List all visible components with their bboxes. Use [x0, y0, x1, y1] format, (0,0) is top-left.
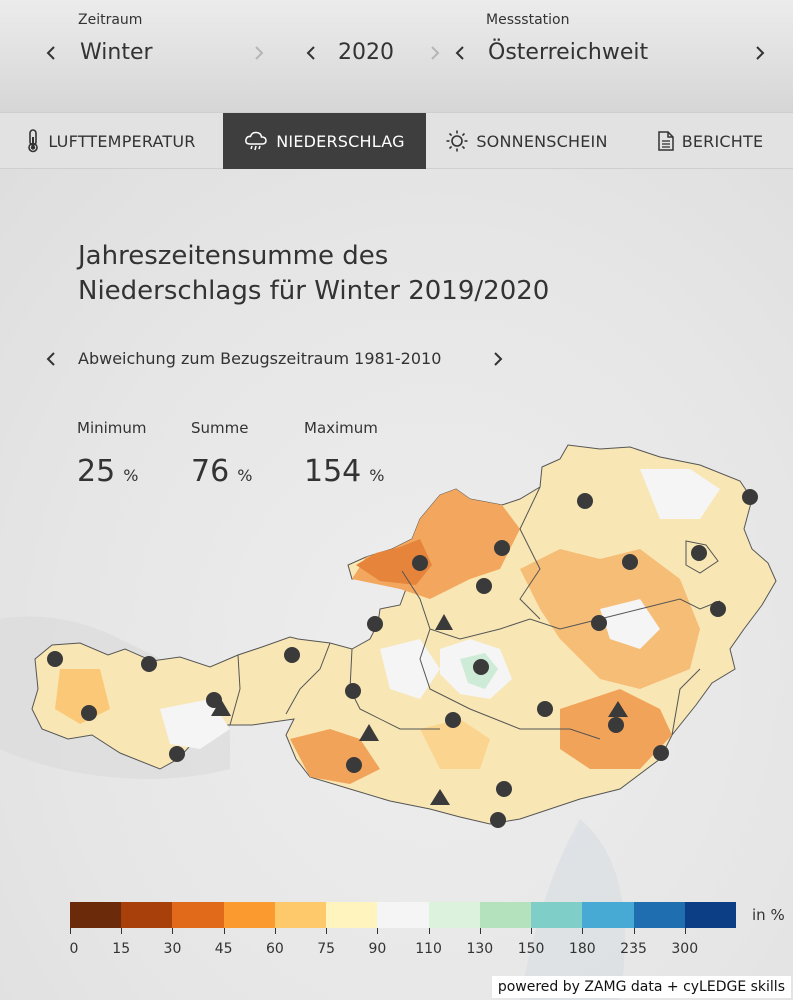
- tab-label: SONNENSCHEIN: [476, 131, 608, 151]
- legend-tick: [582, 928, 584, 934]
- year-value[interactable]: 2020: [338, 40, 394, 65]
- legend-swatch: [531, 902, 583, 928]
- legend-tick: [121, 928, 123, 934]
- legend-tick-label: 60: [266, 941, 284, 957]
- period-label: Zeitraum: [78, 12, 143, 28]
- map-title: Jahreszeitensumme des Niederschlags für …: [78, 239, 638, 309]
- color-legend: [70, 902, 737, 928]
- legend-tick-label: 180: [568, 941, 596, 957]
- legend-swatch: [326, 902, 378, 928]
- legend-swatch: [121, 902, 173, 928]
- rain-cloud-icon: [244, 130, 268, 152]
- legend-tick: [684, 928, 686, 934]
- stat-minimum-label: Minimum: [77, 419, 147, 437]
- stat-summe-value: 76%: [191, 454, 252, 489]
- stat-maximum-value: 154%: [304, 454, 384, 489]
- legend-swatch: [377, 902, 429, 928]
- tab-lufttemperatur[interactable]: LUFTTEMPERATUR: [0, 113, 222, 169]
- sun-icon: [446, 130, 468, 152]
- map-panel: Jahreszeitensumme des Niederschlags für …: [0, 169, 793, 1000]
- stat-unit: %: [369, 466, 385, 485]
- legend-unit: in %: [752, 906, 785, 924]
- legend-swatch: [274, 902, 327, 928]
- subtitle: Abweichung zum Bezugszeitraum 1981-2010: [78, 349, 442, 368]
- legend-swatch: [428, 902, 480, 928]
- station-prev-arrow[interactable]: [453, 40, 467, 66]
- stat-value: 76: [191, 454, 230, 489]
- tab-label: LUFTTEMPERATUR: [48, 131, 196, 151]
- legend-tick: [531, 928, 533, 934]
- legend-tick-label: 300: [671, 941, 699, 957]
- legend-tick-label: 150: [517, 941, 545, 957]
- legend-tick-label: 90: [368, 941, 387, 957]
- station-value[interactable]: Österreichweit: [488, 40, 648, 65]
- legend-tick: [172, 928, 174, 934]
- legend-tick: [274, 928, 276, 934]
- tab-sonnenschein[interactable]: SONNENSCHEIN: [427, 113, 627, 169]
- legend-swatch: [633, 902, 685, 928]
- period-next-arrow[interactable]: [252, 40, 266, 66]
- legend-tick: [326, 928, 328, 934]
- legend-tick-label: 130: [466, 941, 494, 957]
- legend-swatch: [684, 902, 737, 928]
- subtitle-next-arrow[interactable]: [492, 349, 504, 373]
- legend-tick-label: 110: [415, 941, 442, 957]
- legend-tick: [70, 928, 71, 934]
- legend-swatch: [223, 902, 275, 928]
- stat-value: 25: [77, 454, 116, 489]
- tab-label: BERICHTE: [681, 131, 764, 151]
- title-line-2: Niederschlags für Winter 2019/2020: [78, 276, 550, 306]
- legend-swatch: [70, 902, 122, 928]
- title-line-1: Jahreszeitensumme des: [78, 241, 389, 271]
- legend-tick: [223, 928, 225, 934]
- period-prev-arrow[interactable]: [44, 40, 58, 66]
- legend-tick-label: 235: [620, 941, 647, 957]
- legend-swatch: [582, 902, 634, 928]
- legend-swatch: [479, 902, 532, 928]
- legend-tick-label: 0: [69, 941, 79, 957]
- stat-value: 154: [304, 454, 362, 489]
- period-value[interactable]: Winter: [80, 40, 153, 65]
- legend-tick: [377, 928, 379, 934]
- credit-text[interactable]: powered by ZAMG data + cyLEDGE skills: [491, 976, 791, 998]
- document-icon: [657, 131, 674, 151]
- legend-tick-label: 75: [317, 941, 336, 957]
- stat-summe-label: Summe: [191, 419, 249, 437]
- legend-swatch: [172, 902, 224, 928]
- legend-tick-label: 30: [163, 941, 182, 957]
- legend-ticks: [70, 928, 736, 934]
- thermometer-icon: [26, 129, 40, 153]
- stat-minimum-value: 25%: [77, 454, 138, 489]
- tab-berichte[interactable]: BERICHTE: [628, 113, 793, 169]
- year-prev-arrow[interactable]: [304, 40, 318, 66]
- year-next-arrow[interactable]: [428, 40, 442, 66]
- stat-unit: %: [123, 466, 139, 485]
- tab-niederschlag[interactable]: NIEDERSCHLAG: [223, 113, 426, 169]
- legend-tick-label: 45: [214, 941, 233, 957]
- legend-tick: [428, 928, 430, 934]
- legend-tick: [633, 928, 635, 934]
- legend-tick: [479, 928, 481, 934]
- header-bar: Zeitraum Winter 2020 Messstation Österre…: [0, 0, 793, 112]
- station-label: Messstation: [486, 12, 570, 28]
- tab-label: NIEDERSCHLAG: [276, 131, 405, 151]
- legend-tick-label: 15: [112, 941, 131, 957]
- station-next-arrow[interactable]: [753, 40, 767, 66]
- subtitle-prev-arrow[interactable]: [45, 349, 57, 373]
- stat-maximum-label: Maximum: [304, 419, 378, 437]
- stat-unit: %: [237, 466, 253, 485]
- tab-bar: LUFTTEMPERATUR NIEDERSCHLAG SONNENSCHEIN…: [0, 112, 793, 169]
